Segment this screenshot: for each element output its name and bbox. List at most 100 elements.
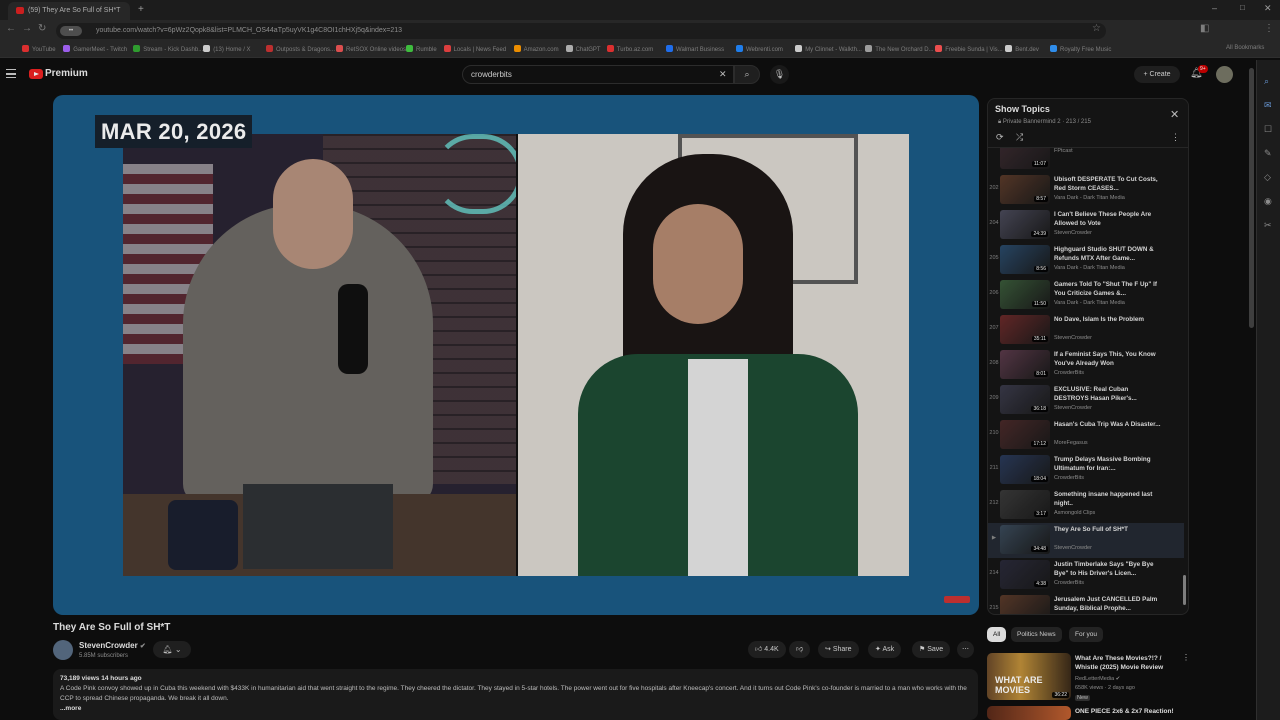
playlist-item-thumbnail[interactable]: 8:57 [1000,175,1050,204]
playlist-item[interactable]: 212 3:17 Something insane happened last ni… [988,488,1184,523]
video-player[interactable]: MAR 20, 2026 [53,95,979,615]
share-button[interactable]: ↪ Share [818,641,859,658]
side-bookmark-icon[interactable]: ☐ [1264,124,1274,134]
bookmark-item[interactable]: Outposts & Dragons... [266,45,335,53]
side-edit-icon[interactable]: ✎ [1264,148,1274,158]
side-tools-icon[interactable]: ✂ [1264,220,1274,230]
ask-button[interactable]: ✦ Ask [868,641,902,658]
side-game-icon[interactable]: ◉ [1264,196,1274,206]
clear-search-icon[interactable]: ✕ [719,69,727,80]
loop-icon[interactable]: ⟳ [996,132,1004,143]
bookmark-item[interactable]: My Clinnet - Walkth... [795,45,862,53]
channel-name[interactable]: StevenCrowder ✔ [79,641,146,650]
voice-search-button[interactable]: 🎙︎ [770,65,789,84]
playlist-item-thumbnail[interactable]: 8:17 [1000,595,1050,614]
all-bookmarks[interactable]: All Bookmarks [1226,45,1264,51]
bookmark-star-icon[interactable]: ☆ [1092,23,1101,34]
recommendation-menu-icon[interactable]: ⋮ [1182,653,1190,662]
bookmark-item[interactable]: Amazon.com [513,45,559,53]
bookmark-item[interactable]: Webrenti.com [736,45,783,53]
playlist-item[interactable]: 214 4:38 Justin Timberlake Says "Bye Bye B… [988,558,1184,593]
channel-avatar[interactable] [53,640,73,660]
youtube-logo-icon[interactable] [29,69,43,79]
playlist-item[interactable]: 210 17:12 Hasan's Cuba Trip Was A Disaster… [988,418,1184,453]
like-button[interactable]: 👍︎ 4.4K [748,641,786,658]
filter-chip[interactable]: For you [1069,627,1104,642]
playlist-item[interactable]: 211 18:04 Trump Delays Massive Bombing Ult… [988,453,1184,488]
playlist-item-thumbnail[interactable]: 8:56 [1000,245,1050,274]
bookmark-item[interactable]: Stream - Kick Dashb... [133,45,203,53]
playlist-scrollbar[interactable] [1183,575,1186,605]
playlist-item[interactable]: 205 8:56 Highguard Studio SHUT DOWN & Refu… [988,243,1184,278]
bookmark-item[interactable]: GamerMeet - Twitch [63,45,127,53]
page-scrollbar[interactable] [1249,68,1254,328]
recommendation-item[interactable]: ONE PIECE 2x6 & 2x7 Reaction! [987,706,1187,720]
recommendation-thumbnail[interactable]: WHAT ARE MOVIES 36:22 [987,653,1071,700]
bookmark-item[interactable]: ChatGPT [565,45,601,53]
playlist-item[interactable]: 204 24:39 I Can't Believe These People Are… [988,208,1184,243]
bookmark-item[interactable]: Rumble [406,45,437,53]
playlist-item-thumbnail[interactable]: 24:39 [1000,210,1050,239]
reload-icon[interactable]: ↻ [38,23,46,34]
browser-tab[interactable]: (59) They Are So Full of SH*T [8,2,130,20]
playlist-item[interactable]: 11:07 FPtcast [988,148,1184,173]
more-actions-button[interactable]: ⋯ [957,641,974,658]
playlist-menu-icon[interactable]: ⋮ [1171,132,1180,143]
maximize-icon[interactable]: □ [1240,3,1245,12]
playlist-item[interactable]: 207 35:11 No Dave, Islam Is the Problem Ste… [988,313,1184,348]
playlist-item[interactable]: 202 8:57 Ubisoft DESPERATE To Cut Costs, R… [988,173,1184,208]
bookmark-item[interactable]: The New Orchard D... [865,45,934,53]
search-button[interactable]: ⌕ [734,65,760,84]
search-input[interactable]: crowderbits ✕ [462,65,734,84]
menu-dots-icon[interactable]: ⋮ [1264,23,1274,34]
side-chat-icon[interactable]: ✉ [1264,100,1274,110]
side-tag-icon[interactable]: ◇ [1264,172,1274,182]
description-box[interactable]: 73,189 views 14 hours ago A Code Pink co… [53,669,978,720]
playlist-item-thumbnail[interactable]: 8:01 [1000,350,1050,379]
minimize-icon[interactable]: – [1212,3,1217,13]
bookmark-item[interactable]: Royalty Free Music [1050,45,1111,53]
shuffle-icon[interactable]: ⤮ [1016,132,1023,143]
filter-chip[interactable]: Politics News [1011,627,1062,642]
bookmark-item[interactable]: RetSOX Online videos... [336,45,411,53]
playlist-item-thumbnail[interactable]: 4:38 [1000,560,1050,589]
bookmark-item[interactable]: YouTube [22,45,56,53]
playlist-item[interactable]: 208 8:01 If a Feminist Says This, You Know… [988,348,1184,383]
bookmark-item[interactable]: (13) Home / X [203,45,251,53]
back-icon[interactable]: ← [6,23,16,34]
playlist-item-thumbnail[interactable]: 11:07 [1000,148,1050,169]
dislike-button[interactable]: 👎︎ [789,641,811,658]
account-avatar[interactable] [1216,66,1233,83]
side-search-icon[interactable]: ⌕ [1264,76,1274,86]
save-button[interactable]: ⚑ Save [912,641,951,658]
bookmark-item[interactable]: Walmart Business [666,45,724,53]
playlist-item[interactable]: 209 36:18 EXCLUSIVE: Real Cuban DESTROYS H… [988,383,1184,418]
playlist-item-thumbnail[interactable]: 11:50 [1000,280,1050,309]
url-field[interactable]: •• youtube.com/watch?v=6pWz2Qopk8&list=P… [56,23,1106,39]
subscription-bell-button[interactable]: 🔔︎ ⌄ [153,641,191,658]
site-info-chip[interactable]: •• [60,26,82,36]
show-more-link[interactable]: ...more [60,704,971,714]
bookmark-item[interactable]: Locals | News Feed [443,45,506,53]
bookmark-item[interactable]: Turbo.az.com [606,45,653,53]
bookmark-item[interactable]: Bent.dev [1005,45,1039,53]
bookmark-item[interactable]: Freebie Sunda | Vis... [935,45,1003,53]
playlist-item-thumbnail[interactable]: 18:04 [1000,455,1050,484]
playlist-item-thumbnail[interactable]: 35:11 [1000,315,1050,344]
playlist-item-thumbnail[interactable]: 17:12 [1000,420,1050,449]
close-window-icon[interactable]: ✕ [1264,3,1272,14]
filter-chip[interactable]: All [987,627,1007,642]
recommendation-item[interactable]: WHAT ARE MOVIES 36:22 What Are These Movi… [987,653,1190,701]
playlist-item[interactable]: 206 11:50 Gamers Told To "Shut The F Up" I… [988,278,1184,313]
playlist-item[interactable]: ▶ 34:48 They Are So Full of SH*T StevenCrow… [988,523,1184,558]
hamburger-menu-icon[interactable] [6,69,16,78]
close-playlist-icon[interactable]: ✕ [1170,108,1179,121]
playlist-item-thumbnail[interactable]: 34:48 [1000,525,1050,554]
recommendation-thumbnail[interactable] [987,706,1071,720]
playlist-item-thumbnail[interactable]: 36:18 [1000,385,1050,414]
create-button[interactable]: + Create [1134,66,1180,83]
playlist-item-thumbnail[interactable]: 3:17 [1000,490,1050,519]
forward-icon[interactable]: → [22,23,32,34]
extension-icon[interactable]: ◧ [1200,23,1209,34]
playlist-item[interactable]: 2158:17Jerusalem Just CANCELLED Palm Sun… [988,593,1184,614]
